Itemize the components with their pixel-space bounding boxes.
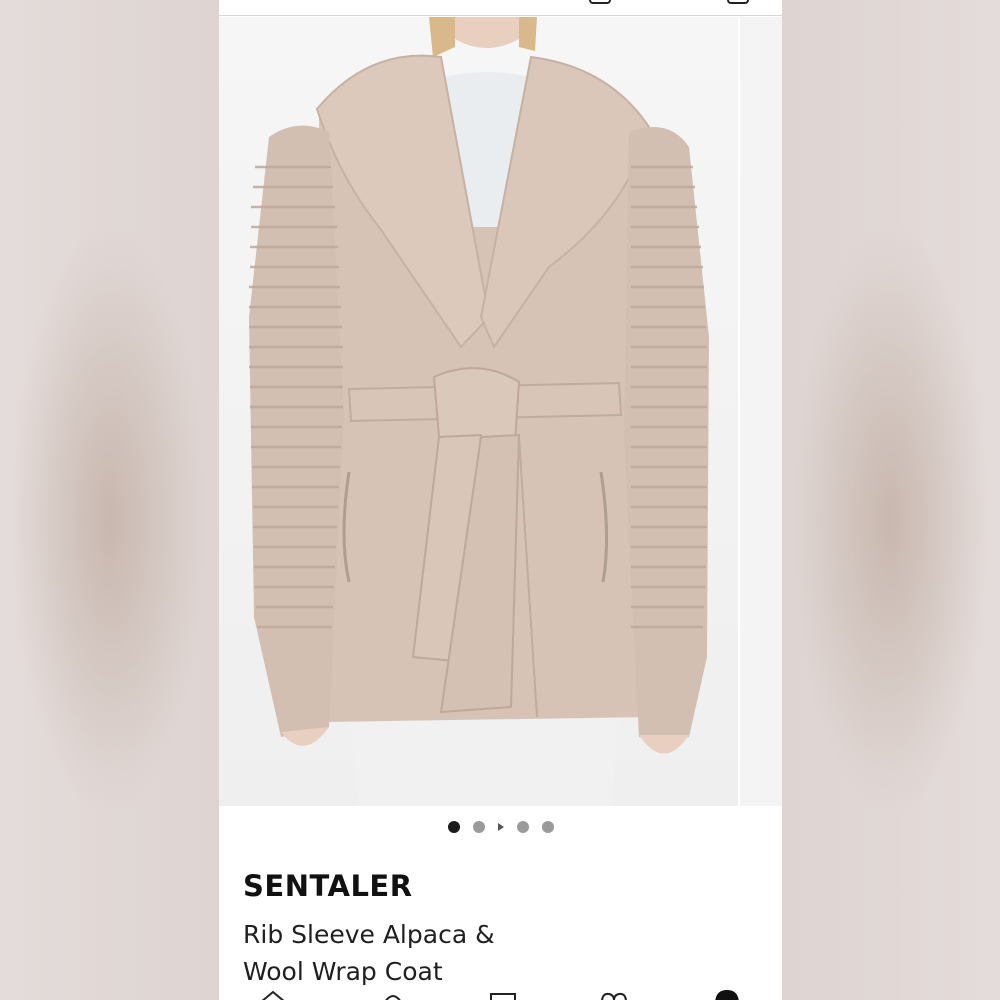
- coat-illustration: [249, 17, 709, 806]
- next-image-peek[interactable]: [738, 17, 782, 806]
- home-icon[interactable]: [259, 990, 287, 1000]
- carousel-dot-2[interactable]: [472, 821, 485, 833]
- bag-icon[interactable]: [727, 0, 749, 4]
- carousel-dot-4[interactable]: [516, 821, 529, 833]
- list-icon[interactable]: [489, 990, 517, 1000]
- phone-screen: SENTALER Rib Sleeve Alpaca & Wool Wrap C…: [219, 0, 782, 1000]
- carousel-indicator: [219, 818, 782, 836]
- video-play-icon[interactable]: [497, 823, 504, 831]
- product-image[interactable]: [219, 17, 738, 806]
- product-title-line-2: Wool Wrap Coat: [243, 957, 443, 986]
- heart-icon[interactable]: [599, 990, 629, 1000]
- carousel-dot-1[interactable]: [447, 821, 460, 833]
- product-title-line-1: Rib Sleeve Alpaca &: [243, 920, 495, 949]
- search-icon[interactable]: [379, 990, 407, 1000]
- bottom-nav: [219, 990, 782, 1000]
- brand-name[interactable]: SENTALER: [243, 869, 413, 903]
- share-icon[interactable]: [589, 0, 611, 4]
- carousel-dot-5[interactable]: [541, 821, 554, 833]
- top-bar: [219, 0, 782, 16]
- account-icon[interactable]: [713, 990, 741, 1000]
